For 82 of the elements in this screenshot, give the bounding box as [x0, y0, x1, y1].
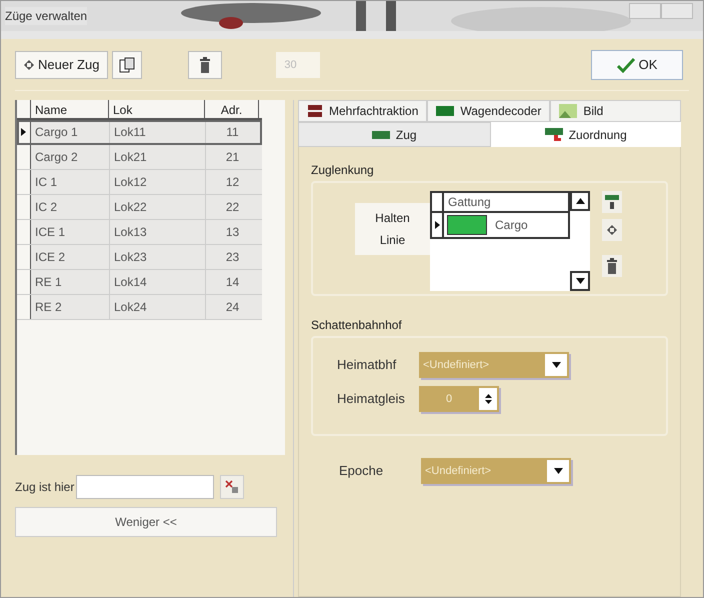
row-pointer-icon: [434, 221, 440, 229]
add-category-button[interactable]: [602, 191, 622, 213]
trash-icon: [199, 56, 212, 72]
table-cell: 22: [205, 195, 259, 219]
table-cell: 23: [205, 245, 259, 269]
delete-category-button[interactable]: [602, 255, 622, 277]
new-train-button[interactable]: Neuer Zug: [15, 50, 108, 78]
table-cell: 12: [205, 170, 259, 194]
table-row[interactable]: Cargo 1 Lok11 11: [17, 120, 262, 145]
spinner-arrows-icon: [484, 393, 492, 405]
dropdown-arrow-icon: [576, 278, 584, 284]
column-header[interactable]: Adr.: [205, 100, 259, 118]
table-cell: Lok21: [109, 145, 205, 169]
move-icon: [607, 225, 617, 235]
home-track-label: Heimatgleis: [337, 390, 406, 408]
tab[interactable]: Mehrfachtraktion: [298, 100, 428, 122]
trash-icon: [606, 258, 618, 274]
table-row[interactable]: RE 1 Lok14 14: [17, 270, 262, 295]
wagon-icon: [436, 106, 454, 116]
table-row[interactable]: IC 2 Lok22 22: [17, 195, 262, 220]
table-cell-text: RE 2: [34, 299, 63, 316]
epoch-label: Epoche: [339, 462, 384, 480]
table-cell-text: RE 1: [34, 274, 63, 291]
move-icon: [24, 60, 34, 70]
table-cell-text: IC 1: [34, 174, 58, 191]
table-cell-text: Cargo 2: [34, 149, 79, 166]
assignment-icon: [544, 128, 563, 142]
table-cell: 13: [205, 220, 259, 244]
table-cell: Lok12: [109, 170, 205, 194]
table-row[interactable]: Cargo 2 Lok21 21: [17, 145, 262, 170]
location-field[interactable]: [76, 475, 214, 499]
move-button[interactable]: [602, 219, 622, 241]
dropdown-arrow-icon: [554, 468, 562, 474]
halten-label: Halten: [375, 210, 410, 227]
tab[interactable]: Zug: [298, 122, 490, 147]
table-cell: Lok14: [109, 270, 205, 294]
checkmark-icon: [616, 56, 635, 72]
location-label: Zug ist hier: [15, 479, 74, 496]
copy-button[interactable]: [112, 50, 142, 78]
list-row[interactable]: Cargo: [430, 213, 570, 239]
scrollbar[interactable]: [570, 191, 590, 291]
up-arrow-icon: [576, 198, 584, 204]
add-list-icon: [605, 195, 619, 209]
table-cell: 11: [205, 120, 259, 144]
table-cell-text: ICE 2: [34, 249, 66, 266]
section-title: Schattenbahnhof: [311, 317, 403, 334]
image-icon: [559, 104, 578, 118]
table-cell: Lok24: [109, 295, 205, 319]
dropdown-arrow-icon: [552, 362, 560, 368]
window-title: Züge verwalten: [5, 7, 88, 25]
table-cell: Lok11: [109, 120, 205, 144]
clear-location-button[interactable]: [220, 475, 244, 499]
delete-button[interactable]: [188, 50, 222, 78]
table-row[interactable]: ICE 1 Lok13 13: [17, 220, 262, 245]
table-cell: Lok13: [109, 220, 205, 244]
table-row[interactable]: RE 2 Lok24 24: [17, 295, 262, 320]
tab[interactable]: Zuordnung: [490, 122, 681, 147]
table-cell: Lok22: [109, 195, 205, 219]
locomotive-icon: [307, 104, 323, 118]
ok-button[interactable]: OK: [591, 50, 683, 80]
copy-icon: [119, 56, 136, 72]
linie-label: Linie: [380, 232, 406, 249]
list-cell-text: Cargo: [495, 217, 528, 234]
row-pointer-icon: [21, 128, 26, 136]
table-row[interactable]: IC 1 Lok12 12: [17, 170, 262, 195]
train-icon: [372, 130, 390, 138]
tab[interactable]: Wagendecoder: [427, 100, 550, 122]
home-station-label: Heimatbhf: [337, 356, 398, 374]
table-row[interactable]: ICE 2 Lok23 23: [17, 245, 262, 270]
section-title: Zuglenkung: [311, 162, 375, 179]
table-cell: 24: [205, 295, 259, 319]
table-cell: 21: [205, 145, 259, 169]
column-header[interactable]: Name: [31, 100, 109, 118]
less-button[interactable]: Weniger <<: [15, 507, 277, 537]
table-cell-text: Cargo 1: [34, 124, 79, 141]
column-header[interactable]: Lok: [109, 100, 205, 118]
remove-icon: [225, 480, 240, 494]
table-cell-text: ICE 1: [34, 224, 66, 241]
table-cell-text: IC 2: [34, 199, 58, 216]
table-cell: Lok23: [109, 245, 205, 269]
tab[interactable]: Bild: [550, 100, 681, 122]
table-cell: 14: [205, 270, 259, 294]
